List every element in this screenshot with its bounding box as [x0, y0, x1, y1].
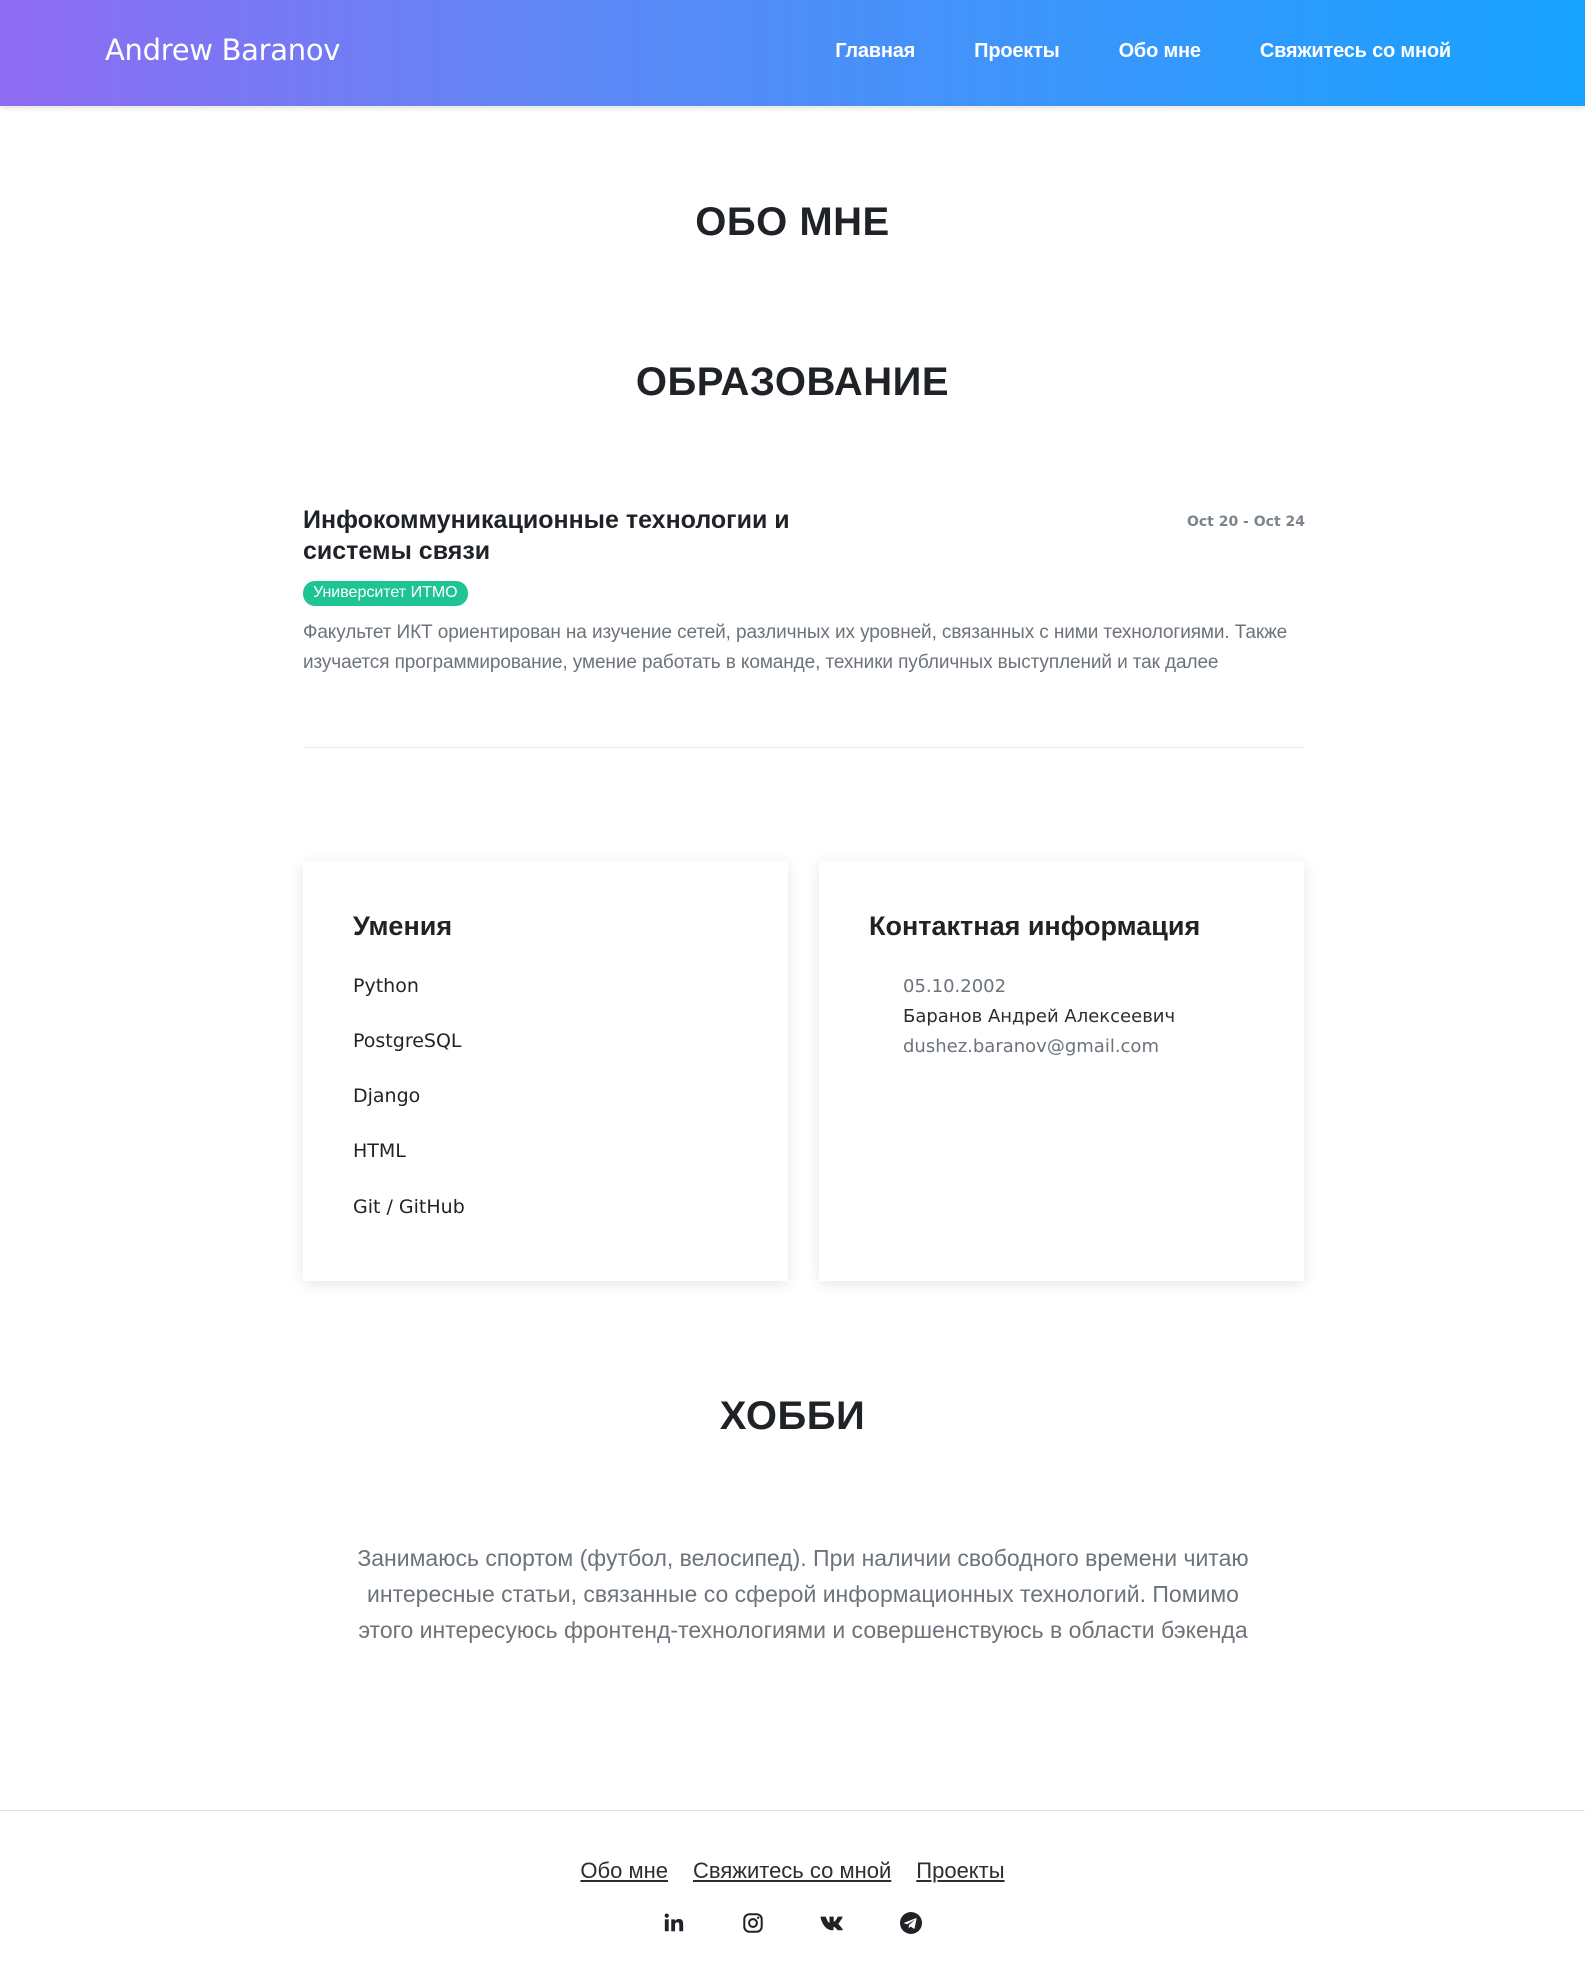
- social-links: [0, 1911, 1585, 1935]
- skills-title: Умения: [353, 911, 453, 941]
- contact-title: Контактная информация: [869, 911, 1201, 941]
- education-dates: Oct 20 - Oct 24: [1186, 514, 1305, 530]
- vk-icon[interactable]: [820, 1911, 844, 1935]
- skill-item: Git / GitHub: [353, 1196, 465, 1218]
- skill-item: PostgreSQL: [353, 1030, 462, 1052]
- skill-item: Django: [353, 1085, 421, 1107]
- brand-logo[interactable]: Andrew Baranov: [105, 33, 340, 67]
- nav-contact[interactable]: Свяжитесь со мной: [1260, 40, 1451, 63]
- site-header: Andrew Baranov Главная Проекты Обо мне С…: [0, 0, 1585, 106]
- nav-home[interactable]: Главная: [835, 40, 915, 63]
- main-nav: Главная Проекты Обо мне Свяжитесь со мно…: [835, 40, 1451, 63]
- school-badge: Университет ИТМО: [303, 581, 468, 606]
- footer-link-about[interactable]: Обо мне: [580, 1858, 668, 1884]
- footer-links: Обо мне Свяжитесь со мной Проекты: [0, 1858, 1585, 1884]
- footer-link-contact[interactable]: Свяжитесь со мной: [693, 1858, 891, 1884]
- skills-card: Умения Python PostgreSQL Django HTML Git…: [303, 861, 788, 1281]
- footer-divider: [0, 1810, 1585, 1811]
- hobby-title: ХОББИ: [719, 1394, 866, 1438]
- education-entry: Инфокоммуникационные технологии и систем…: [303, 505, 1305, 678]
- nav-about[interactable]: Обо мне: [1119, 40, 1201, 63]
- skill-item: HTML: [353, 1140, 406, 1162]
- education-degree: Инфокоммуникационные технологии и систем…: [303, 506, 790, 565]
- footer-link-projects[interactable]: Проекты: [916, 1858, 1004, 1884]
- skill-item: Python: [353, 975, 419, 997]
- education-title: ОБРАЗОВАНИЕ: [635, 360, 950, 404]
- contact-card: Контактная информация 05.10.2002 Баранов…: [819, 861, 1304, 1281]
- education-description: Факультет ИКТ ориентирован на изучение с…: [303, 622, 1288, 673]
- nav-projects[interactable]: Проекты: [974, 40, 1060, 63]
- telegram-icon[interactable]: [899, 1911, 923, 1935]
- linkedin-icon[interactable]: [662, 1911, 686, 1935]
- education-divider: [303, 747, 1305, 748]
- instagram-icon[interactable]: [741, 1911, 765, 1935]
- hobby-text: Занимаюсь спортом (футбол, велосипед). П…: [357, 1545, 1249, 1643]
- about-title: ОБО МНЕ: [695, 200, 890, 244]
- contact-email[interactable]: dushez.baranov@gmail.com: [903, 1036, 1159, 1057]
- contact-name: Баранов Андрей Алексеевич: [903, 1006, 1176, 1027]
- contact-birthdate: 05.10.2002: [903, 976, 1007, 997]
